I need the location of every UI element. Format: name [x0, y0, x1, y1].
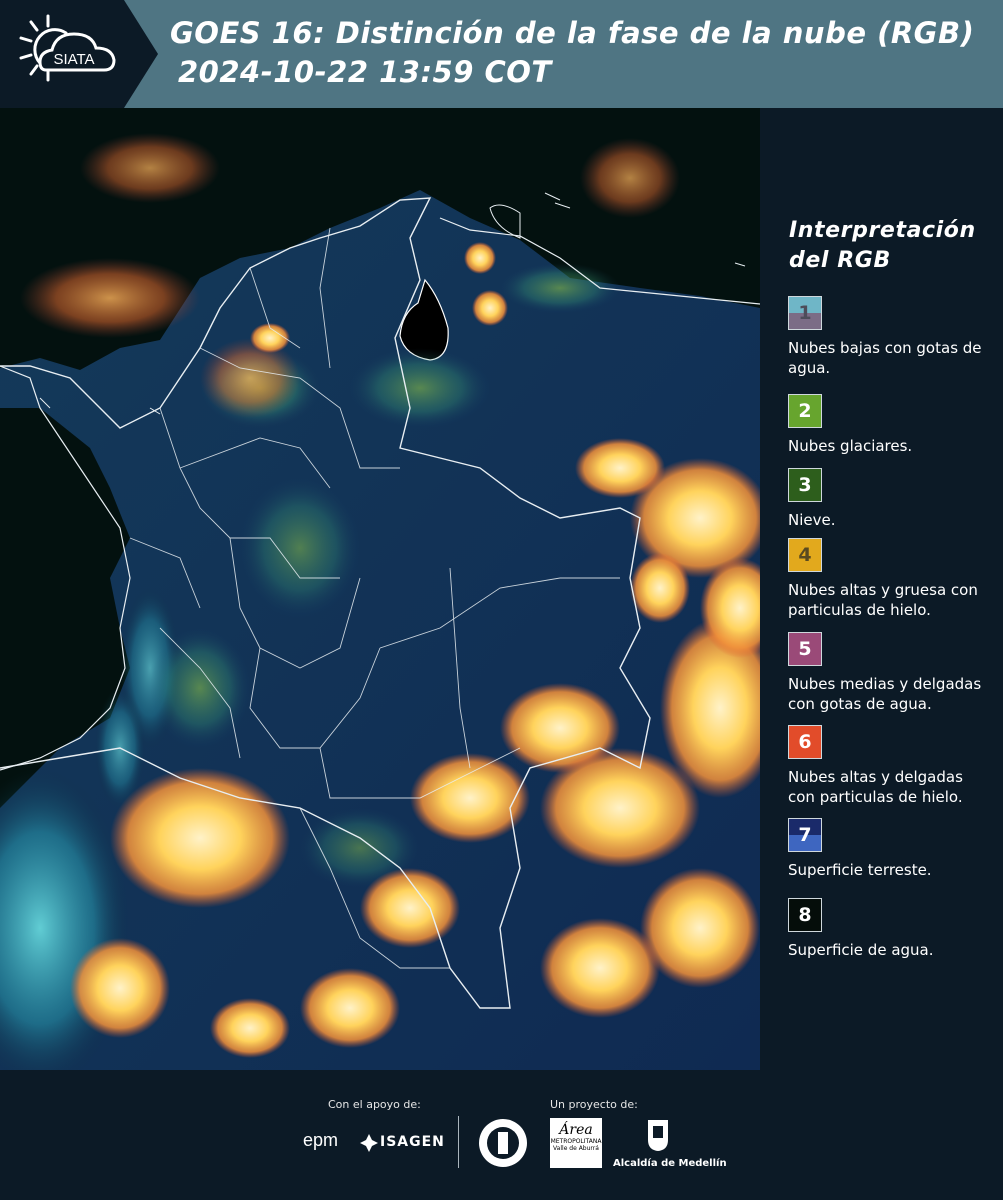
legend-title-line1: Interpretación	[789, 218, 976, 243]
legend-swatch: 7	[788, 818, 822, 852]
legend-label: Superficie terreste.	[788, 861, 932, 879]
legend-number: 4	[798, 544, 812, 566]
legend-item: 4 Nubes altas y gruesa con particulas de …	[788, 538, 993, 620]
page-timestamp: 2024-10-22 13:59 COT	[178, 55, 552, 89]
legend-item: 6 Nubes altas y delgadas con particulas d…	[788, 725, 993, 807]
legend-item: 2 Nubes glaciares.	[788, 394, 993, 456]
legend-label: Nubes altas y delgadas con particulas de…	[788, 768, 963, 806]
legend-number: 7	[798, 824, 812, 846]
legend-panel: Interpretación del RGB 1 Nubes bajas con …	[760, 108, 1003, 1070]
support-label: Con el apoyo de:	[328, 1098, 421, 1111]
legend-swatch: 2	[788, 394, 822, 428]
legend-swatch: 3	[788, 468, 822, 502]
page-title: GOES 16: Distinción de la fase de la nub…	[170, 16, 975, 50]
medellin-shield-icon	[646, 1118, 670, 1156]
footer-divider	[458, 1116, 459, 1168]
legend-item: 7 Superficie terreste.	[788, 818, 993, 880]
legend-item: 5 Nubes medias y delgadas con gotas de ag…	[788, 632, 993, 714]
isagen-logo: ISAGEN	[380, 1134, 445, 1150]
legend-number: 6	[798, 731, 812, 753]
legend-label: Nubes bajas con gotas de agua.	[788, 339, 982, 377]
legend-swatch: 4	[788, 538, 822, 572]
legend-item: 1 Nubes bajas con gotas de agua.	[788, 296, 993, 378]
legend-swatch: 8	[788, 898, 822, 932]
isagen-icon	[360, 1134, 378, 1156]
legend-swatch: 5	[788, 632, 822, 666]
legend-item: 3 Nieve.	[788, 468, 993, 530]
legend-label: Nubes altas y gruesa con particulas de h…	[788, 581, 978, 619]
legend-label: Nubes medias y delgadas con gotas de agu…	[788, 675, 982, 713]
footer: Con el apoyo de: Un proyecto de: epm ISA…	[0, 1070, 1003, 1200]
medellin-label: Alcaldía de Medellín	[613, 1158, 727, 1169]
legend-number: 3	[798, 474, 812, 496]
logo-tab: SIATA	[0, 0, 160, 108]
legend-title: Interpretación del RGB	[789, 216, 976, 276]
logo-text: SIATA	[53, 51, 94, 68]
legend-label: Nubes glaciares.	[788, 437, 913, 455]
header: SIATA GOES 16: Distinción de la fase de …	[0, 0, 1003, 108]
legend-number: 1	[798, 302, 812, 324]
legend-item: 8 Superficie de agua.	[788, 898, 993, 960]
area-metropolitana-logo: Área METROPOLITANA Valle de Aburrá	[550, 1118, 602, 1168]
legend-swatch: 1	[788, 296, 822, 330]
project-label: Un proyecto de:	[550, 1098, 638, 1111]
legend-title-line2: del RGB	[789, 248, 891, 273]
legend-number: 8	[798, 904, 812, 926]
legend-swatch: 6	[788, 725, 822, 759]
legend-label: Nieve.	[788, 511, 836, 529]
epm-logo: epm	[303, 1130, 339, 1150]
legend-label: Superficie de agua.	[788, 941, 934, 959]
seal-icon	[478, 1118, 528, 1172]
satellite-map[interactable]	[0, 108, 780, 1088]
legend-number: 5	[798, 638, 812, 660]
legend-number: 2	[798, 400, 812, 422]
